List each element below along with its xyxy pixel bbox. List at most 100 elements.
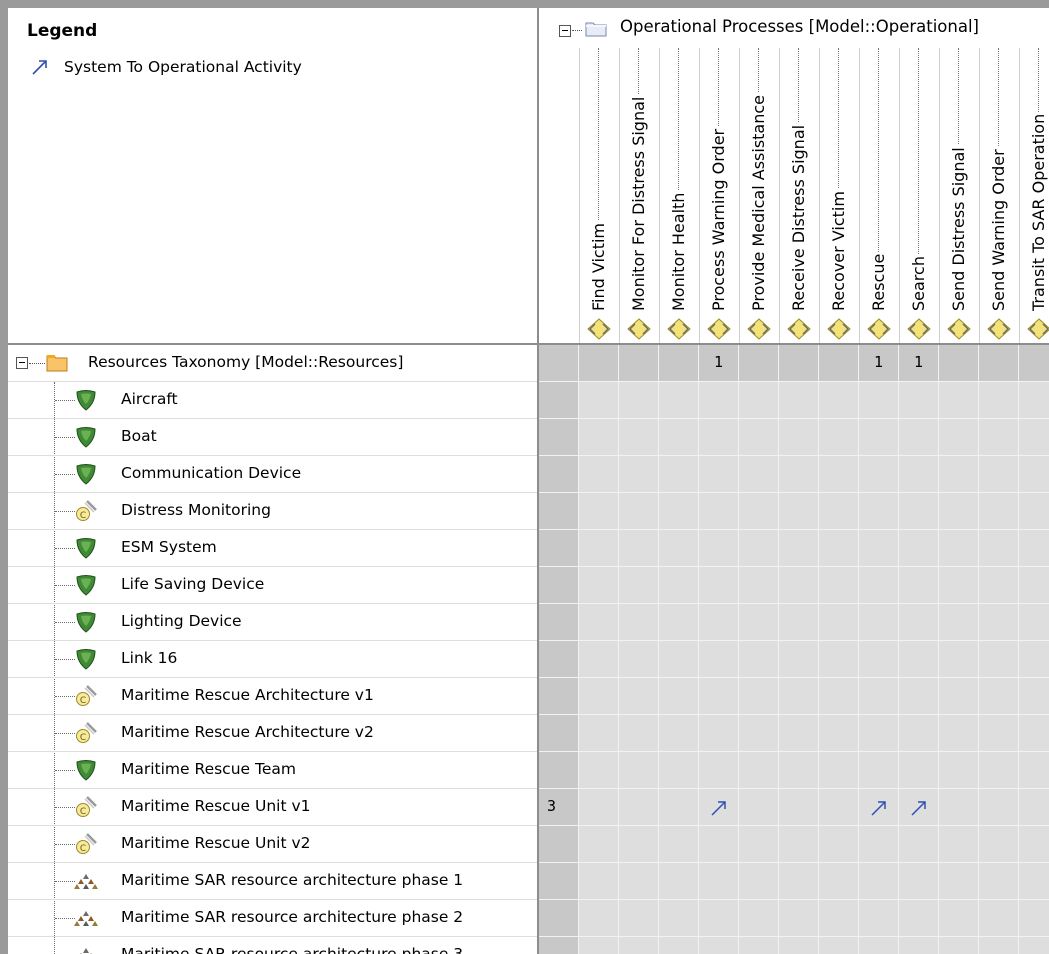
matrix-cell[interactable] [619, 678, 659, 715]
matrix-cell[interactable] [699, 715, 739, 752]
matrix-cell[interactable] [659, 900, 699, 937]
column-header[interactable]: Process Warning Order [699, 48, 739, 343]
matrix-cell[interactable] [819, 456, 859, 493]
row-total-cell[interactable] [539, 641, 579, 678]
row-total-cell[interactable] [539, 826, 579, 863]
matrix-cell[interactable] [579, 826, 619, 863]
collapse-toggle[interactable] [559, 25, 571, 37]
matrix-cell[interactable] [579, 456, 619, 493]
tree-row[interactable]: C Maritime Rescue Unit v1 [8, 789, 537, 826]
matrix-cell[interactable] [819, 937, 859, 954]
matrix-cell[interactable] [619, 826, 659, 863]
matrix-cell[interactable] [859, 715, 899, 752]
matrix-cell[interactable] [699, 789, 739, 826]
matrix-cell[interactable] [659, 826, 699, 863]
matrix-cell[interactable] [899, 604, 939, 641]
matrix-cell[interactable] [579, 493, 619, 530]
matrix-cell[interactable] [939, 826, 979, 863]
matrix-cell[interactable] [779, 567, 819, 604]
group-total-cell[interactable] [619, 345, 659, 382]
matrix-cell[interactable] [899, 382, 939, 419]
matrix-cell[interactable] [619, 604, 659, 641]
matrix-cell[interactable] [699, 752, 739, 789]
matrix-cell[interactable] [899, 567, 939, 604]
group-total-cell[interactable]: 1 [859, 345, 899, 382]
matrix-cell[interactable] [739, 382, 779, 419]
matrix-cell[interactable] [579, 382, 619, 419]
matrix-cell[interactable] [819, 715, 859, 752]
matrix-cell[interactable] [859, 900, 899, 937]
tree-row[interactable]: Maritime Rescue Team [8, 752, 537, 789]
matrix-cell[interactable] [899, 493, 939, 530]
tree-row[interactable]: Boat [8, 419, 537, 456]
matrix-cell[interactable] [979, 493, 1019, 530]
matrix-cell[interactable] [819, 789, 859, 826]
group-total-cell[interactable]: 1 [899, 345, 939, 382]
matrix-cell[interactable] [659, 419, 699, 456]
matrix-cell[interactable] [779, 604, 819, 641]
group-total-cell[interactable]: 1 [699, 345, 739, 382]
matrix-cell[interactable] [899, 678, 939, 715]
tree-row[interactable]: C Maritime Rescue Architecture v1 [8, 678, 537, 715]
matrix-cell[interactable] [1019, 641, 1049, 678]
matrix-cell[interactable] [579, 937, 619, 954]
row-total-cell[interactable] [539, 493, 579, 530]
matrix-cell[interactable] [819, 678, 859, 715]
matrix-cell[interactable] [859, 937, 899, 954]
matrix-cell[interactable] [699, 826, 739, 863]
matrix-cell[interactable] [939, 678, 979, 715]
matrix-cell[interactable] [819, 382, 859, 419]
matrix-cell[interactable] [579, 900, 619, 937]
matrix-cell[interactable] [899, 530, 939, 567]
matrix-cell[interactable] [659, 937, 699, 954]
matrix-cell[interactable] [619, 493, 659, 530]
tree-row[interactable]: Aircraft [8, 382, 537, 419]
matrix-cell[interactable] [899, 937, 939, 954]
collapse-toggle[interactable] [16, 357, 28, 369]
matrix-cell[interactable] [619, 715, 659, 752]
column-header[interactable]: Send Distress Signal [939, 48, 979, 343]
matrix-cell[interactable] [619, 567, 659, 604]
group-total-cell[interactable] [659, 345, 699, 382]
matrix-cell[interactable] [579, 641, 619, 678]
tree-row[interactable]: Communication Device [8, 456, 537, 493]
matrix-cell[interactable] [779, 382, 819, 419]
matrix-cell[interactable] [739, 900, 779, 937]
matrix-cell[interactable] [979, 530, 1019, 567]
matrix-cell[interactable] [859, 382, 899, 419]
matrix-cell[interactable] [859, 678, 899, 715]
matrix-cell[interactable] [739, 752, 779, 789]
matrix-cell[interactable] [779, 789, 819, 826]
matrix-cell[interactable] [619, 641, 659, 678]
matrix-cell[interactable] [859, 826, 899, 863]
matrix-cell[interactable] [659, 789, 699, 826]
matrix-cell[interactable] [1019, 937, 1049, 954]
matrix-cell[interactable] [819, 493, 859, 530]
matrix-cell[interactable] [899, 789, 939, 826]
matrix-cell[interactable] [939, 567, 979, 604]
matrix-cell[interactable] [1019, 900, 1049, 937]
matrix-cell[interactable] [739, 863, 779, 900]
group-total-cell[interactable] [819, 345, 859, 382]
matrix-cell[interactable] [699, 456, 739, 493]
matrix-cell[interactable] [979, 863, 1019, 900]
matrix-cell[interactable] [859, 419, 899, 456]
matrix-cell[interactable] [739, 789, 779, 826]
matrix-cell[interactable] [1019, 826, 1049, 863]
matrix-cell[interactable] [819, 530, 859, 567]
matrix-cell[interactable] [739, 493, 779, 530]
matrix-cell[interactable] [979, 567, 1019, 604]
group-total-cell[interactable] [939, 345, 979, 382]
matrix-cell[interactable] [659, 530, 699, 567]
matrix-cell[interactable] [859, 789, 899, 826]
matrix-cell[interactable] [859, 604, 899, 641]
matrix-cell[interactable] [779, 678, 819, 715]
tree-row[interactable]: Life Saving Device [8, 567, 537, 604]
matrix-cell[interactable] [939, 530, 979, 567]
matrix-cell[interactable] [899, 456, 939, 493]
matrix-cell[interactable] [659, 678, 699, 715]
matrix-cell[interactable] [619, 863, 659, 900]
tree-row[interactable]: Lighting Device [8, 604, 537, 641]
group-total-cell[interactable] [739, 345, 779, 382]
matrix-cell[interactable] [1019, 715, 1049, 752]
